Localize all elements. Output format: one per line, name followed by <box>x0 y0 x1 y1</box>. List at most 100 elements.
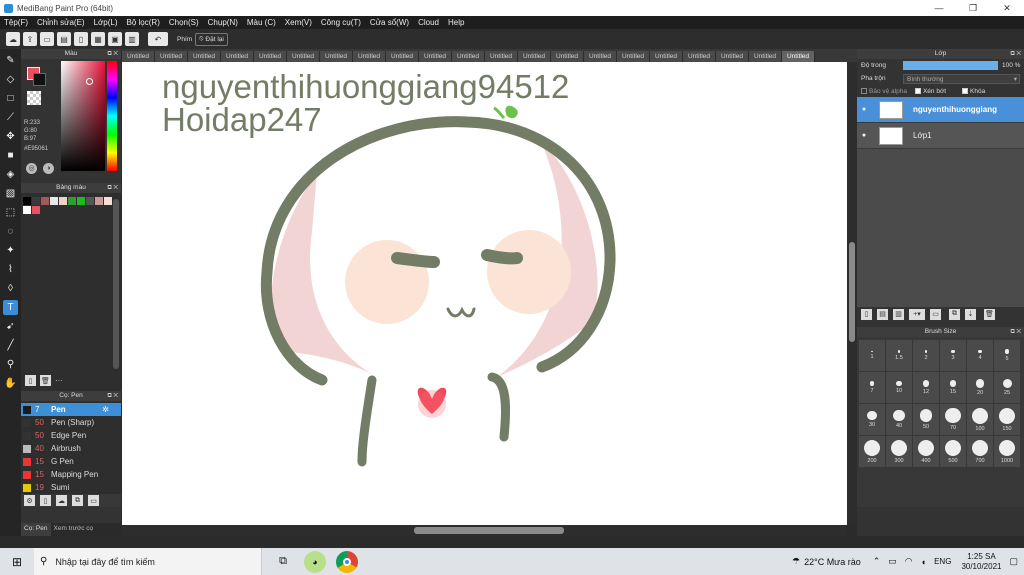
tab-untitled[interactable]: Untitled <box>386 51 419 62</box>
medibang-taskbar-icon[interactable]: ◕ <box>304 550 326 573</box>
tab-untitled[interactable]: Untitled <box>518 51 551 62</box>
brush-size-cell[interactable]: 50 <box>913 404 939 435</box>
menu-filter[interactable]: Bộ lọc(R) <box>127 18 160 27</box>
divide-tool-icon[interactable]: ╱ <box>3 338 18 353</box>
menu-layer[interactable]: Lớp(L) <box>94 18 118 27</box>
delete-layer-icon[interactable]: 🗑 <box>984 308 995 320</box>
chrome-taskbar-icon[interactable] <box>336 550 358 573</box>
horizontal-scrollbar[interactable] <box>122 525 847 536</box>
palette-swatch[interactable] <box>23 197 31 205</box>
fill-rect-tool-icon[interactable]: ■ <box>3 148 18 163</box>
visibility-icon[interactable]: ● <box>857 132 871 139</box>
tab-untitled[interactable]: Untitled <box>782 51 815 62</box>
add-layer-menu-icon[interactable]: +▾ <box>909 308 925 320</box>
opacity-slider[interactable] <box>903 61 998 70</box>
brush-size-cell[interactable]: 1.5 <box>886 340 912 371</box>
comment-icon[interactable]: ▭ <box>40 32 54 46</box>
tab-untitled[interactable]: Untitled <box>485 51 518 62</box>
color-wheel-icon[interactable]: ◎ <box>26 163 37 174</box>
tab-untitled[interactable]: Untitled <box>650 51 683 62</box>
palette-scrollbar[interactable] <box>113 199 119 369</box>
brush-size-cell[interactable]: 150 <box>994 404 1020 435</box>
brush-size-cell[interactable]: 4 <box>967 340 993 371</box>
menu-cloud[interactable]: Cloud <box>418 18 439 27</box>
palette-swatch[interactable] <box>95 197 103 205</box>
tab-untitled[interactable]: Untitled <box>452 51 485 62</box>
brush-tool-icon[interactable]: ✎ <box>3 53 18 68</box>
task-view-icon[interactable]: ⧉ <box>266 555 300 568</box>
operation-tool-icon[interactable]: ➹ <box>3 319 18 334</box>
notification-icon[interactable]: ▢ <box>1009 556 1018 567</box>
tab-untitled[interactable]: Untitled <box>353 51 386 62</box>
brush-size-cell[interactable]: 3 <box>940 340 966 371</box>
palette-swatch[interactable] <box>50 197 58 205</box>
frame-icon[interactable]: ▣ <box>108 32 122 46</box>
weather-icon[interactable]: ☂ <box>792 556 800 567</box>
new-layer-icon[interactable]: ▯ <box>861 308 872 320</box>
weather-text[interactable]: 22°C Mưa rào <box>804 557 861 567</box>
brush-item[interactable]: 50 Edge Pen <box>21 429 121 442</box>
minimize-button[interactable]: — <box>922 0 956 16</box>
brush-size-cell[interactable]: 7 <box>859 372 885 403</box>
new-halftone-layer-icon[interactable]: ▤ <box>877 308 888 320</box>
palette-swatch[interactable] <box>32 206 40 214</box>
layer-folder-icon[interactable]: ▭ <box>930 308 941 320</box>
tray-chevron-icon[interactable]: ⌃ <box>873 556 881 567</box>
tab-untitled[interactable]: Untitled <box>716 51 749 62</box>
brush-item[interactable]: 15 Mapping Pen <box>21 468 121 481</box>
hand-tool-icon[interactable]: ✋ <box>3 376 18 391</box>
folder-brush-icon[interactable]: ▭ <box>88 495 99 506</box>
brush-panel-menu-icon[interactable]: ⧉ ✕ <box>107 391 118 401</box>
menu-select[interactable]: Chọn(S) <box>169 18 199 27</box>
magic-wand-icon[interactable]: ✦ <box>3 243 18 258</box>
text-tool-icon[interactable]: T <box>3 300 18 315</box>
menu-edit[interactable]: Chỉnh sửa(E) <box>37 18 85 27</box>
brush-size-cell[interactable]: 5 <box>994 340 1020 371</box>
tab-untitled[interactable]: Untitled <box>287 51 320 62</box>
brush-size-cell[interactable]: 500 <box>940 436 966 467</box>
menu-color[interactable]: Màu (C) <box>247 18 276 27</box>
lock-checkbox[interactable] <box>962 88 969 94</box>
drawing-canvas[interactable]: nguyenthihuonggiang94512 Hoidap247 <box>122 62 847 525</box>
tab-brush-preview[interactable]: Xem trước cọ <box>51 523 97 536</box>
restore-button[interactable]: ❐ <box>956 0 990 16</box>
palette-swatch[interactable] <box>86 197 94 205</box>
palette-swatch[interactable] <box>104 197 112 205</box>
share-icon[interactable]: ⇪ <box>23 32 37 46</box>
layer-row[interactable]: ● nguyenthihuonggiang <box>857 97 1024 123</box>
transparent-swatch[interactable] <box>27 91 41 105</box>
vertical-scroll-thumb[interactable] <box>849 242 855 342</box>
tab-untitled[interactable]: Untitled <box>551 51 584 62</box>
lasso-tool-icon[interactable]: ◌ <box>3 224 18 239</box>
menu-help[interactable]: Help <box>448 18 464 27</box>
tab-untitled[interactable]: Untitled <box>221 51 254 62</box>
delete-palette-icon[interactable]: 🗑 <box>40 375 51 386</box>
horizontal-scroll-thumb[interactable] <box>414 527 564 534</box>
reset-button[interactable]: ⦸ Đặt lại <box>195 32 228 46</box>
alpha-protect-checkbox[interactable] <box>861 88 867 94</box>
duplicate-layer-icon[interactable]: ⧉ <box>949 308 960 320</box>
palette-swatch[interactable] <box>77 197 85 205</box>
select-pen-icon[interactable]: ⌇ <box>3 262 18 277</box>
clip-checkbox[interactable] <box>914 88 921 94</box>
vertical-scrollbar[interactable] <box>847 62 857 525</box>
eyedropper-icon[interactable]: ⚲ <box>3 357 18 372</box>
tab-untitled[interactable]: Untitled <box>749 51 782 62</box>
menu-view[interactable]: Xem(V) <box>285 18 312 27</box>
menu-snap[interactable]: Chụp(N) <box>208 18 238 27</box>
hue-slider[interactable] <box>107 61 117 171</box>
menu-window[interactable]: Cửa sổ(W) <box>370 18 409 27</box>
language-indicator[interactable]: ENG <box>934 557 951 566</box>
brush-item[interactable]: 15 G Pen <box>21 455 121 468</box>
undo-icon[interactable]: ↶ <box>148 32 168 46</box>
close-button[interactable]: ✕ <box>990 0 1024 16</box>
visibility-icon[interactable]: ● <box>857 106 871 113</box>
network-icon[interactable]: ▭ <box>888 556 897 567</box>
new-color-layer-icon[interactable]: ▥ <box>893 308 904 320</box>
copy-brush-icon[interactable]: ⧉ <box>72 495 83 506</box>
page-icon[interactable]: ▯ <box>74 32 88 46</box>
palette-swatch[interactable] <box>59 197 67 205</box>
rectangle-tool-icon[interactable]: □ <box>3 91 18 106</box>
brush-item[interactable]: 19 Sumi <box>21 481 121 494</box>
background-color[interactable] <box>33 73 46 86</box>
